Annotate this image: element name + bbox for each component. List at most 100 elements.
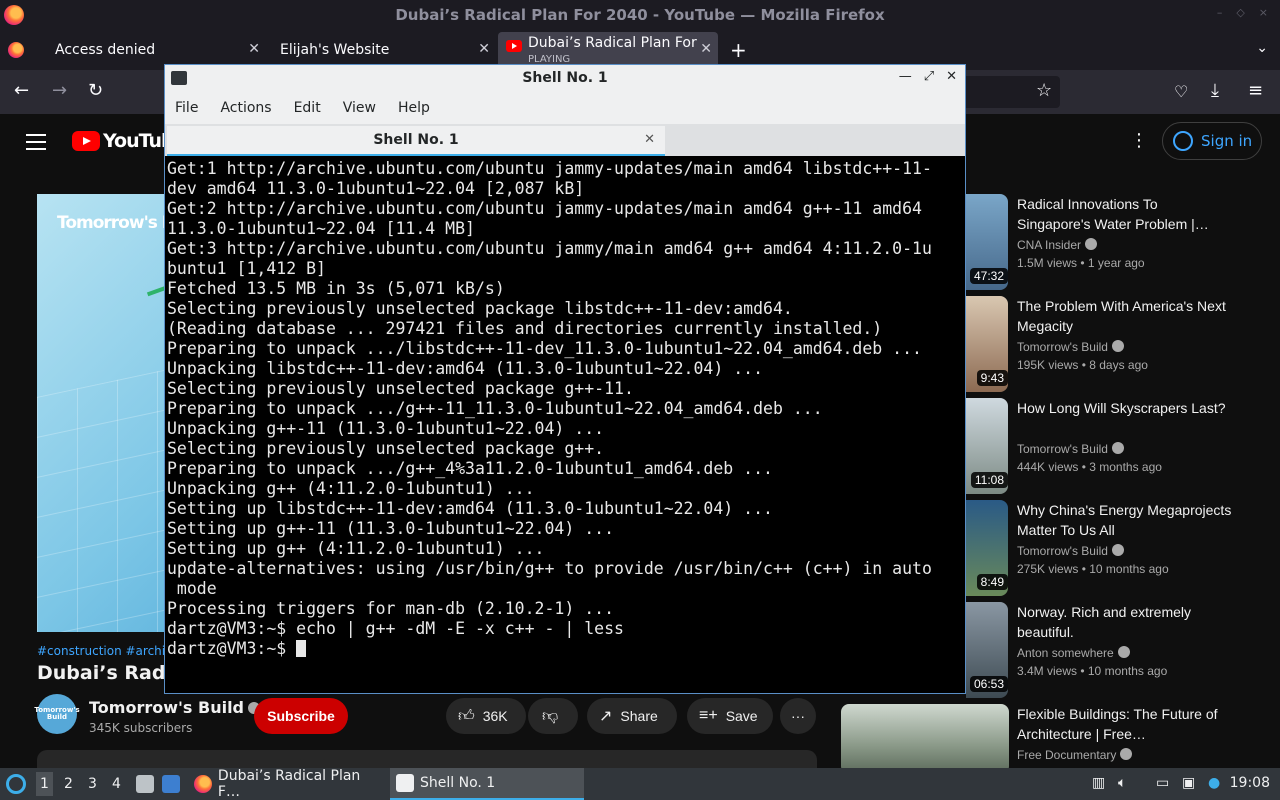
rec-channel-name: Tomorrow's Build	[1017, 340, 1108, 354]
menu-file[interactable]: File	[175, 100, 198, 116]
terminal-tab[interactable]: Shell No. 1 ✕	[167, 126, 665, 156]
terminal-line: dartz@VM3:~$ echo | g++ -dM -E -x c++ - …	[167, 619, 624, 638]
firefox-view-icon[interactable]	[8, 30, 34, 70]
tab-close-icon[interactable]: ✕	[248, 41, 260, 57]
terminal-line: mode	[167, 579, 217, 598]
subscribe-button[interactable]: Subscribe	[254, 698, 348, 734]
subscriber-count: 345K subscribers	[89, 721, 193, 735]
minimize-icon[interactable]: –	[1217, 6, 1223, 19]
rec-title: Why China's Energy Megaprojects Matter T…	[1017, 502, 1232, 538]
terminal-line: Selecting previously unselected package …	[167, 379, 634, 398]
terminal-prompt-line[interactable]: dartz@VM3:~$	[167, 639, 963, 659]
task-label: Shell No. 1	[420, 775, 496, 791]
recommendation-item[interactable]: Flexible Buildings: The Future of Archit…	[840, 704, 1260, 768]
menu-help[interactable]: Help	[398, 100, 430, 116]
list-all-tabs-icon[interactable]: ⌄	[1256, 40, 1268, 56]
task-terminal[interactable]: Shell No. 1	[390, 768, 584, 800]
network-icon[interactable]: ▣	[1182, 775, 1195, 791]
desktop-4-button[interactable]: 4	[112, 776, 121, 792]
tab-label: Elijah's Website	[280, 42, 390, 58]
volume-icon[interactable]: 🔈︎	[1118, 775, 1126, 791]
back-button[interactable]: ←	[14, 80, 29, 101]
save-button[interactable]: ≡+ Save	[687, 698, 773, 734]
duration-badge: 9:43	[976, 370, 1008, 386]
video-hashtags[interactable]: #construction #architec	[37, 644, 184, 658]
verified-icon	[1111, 340, 1124, 352]
terminal-line: Selecting previously unselected package …	[167, 439, 605, 458]
minimize-icon[interactable]: —	[899, 69, 912, 84]
trash-icon[interactable]: ▥	[1092, 775, 1105, 791]
rec-channel: CNA Insider	[1017, 238, 1098, 252]
tab-close-icon[interactable]: ✕	[478, 41, 490, 57]
share-icon: ↗	[599, 708, 613, 725]
tab-youtube[interactable]: Dubai’s Radical Plan For PLAYING ✕	[498, 32, 718, 68]
rec-channel: Anton somewhere	[1017, 646, 1130, 660]
downloads-icon[interactable]: ⤓	[1211, 80, 1219, 101]
task-label: Dubai’s Radical Plan F…	[217, 768, 361, 800]
terminal-prompt: dartz@VM3:~$	[167, 639, 297, 658]
menu-edit[interactable]: Edit	[294, 100, 321, 116]
share-label: Share	[620, 708, 658, 724]
tab-close-icon[interactable]: ✕	[700, 41, 712, 57]
application-launcher-icon[interactable]	[6, 774, 26, 794]
show-desktop-icon[interactable]	[162, 775, 180, 793]
terminal-line: Unpacking libstdc++-11-dev:amd64 (11.3.0…	[167, 359, 764, 378]
close-icon[interactable]: ×	[1259, 6, 1268, 19]
terminal-line: update-alternatives: using /usr/bin/g++ …	[167, 559, 932, 578]
terminal-line: Preparing to unpack .../libstdc++-11-dev…	[167, 339, 922, 358]
desktop-1-button[interactable]: 1	[36, 772, 53, 796]
menu-actions[interactable]: Actions	[220, 100, 271, 116]
terminal-line: Preparing to unpack .../g++-11_11.3.0-1u…	[167, 399, 823, 418]
like-button[interactable]: 👍︎ 36K	[446, 698, 526, 734]
menu-view[interactable]: View	[343, 100, 376, 116]
settings-kebab-icon[interactable]: ⋮	[1130, 130, 1148, 151]
maximize-icon[interactable]: ◇	[1236, 6, 1244, 19]
reload-button[interactable]: ↻	[88, 80, 103, 101]
clipboard-icon[interactable]: ▭	[1156, 775, 1169, 791]
rec-meta: 275K views • 10 months ago	[1017, 562, 1169, 576]
description-box[interactable]	[37, 750, 817, 768]
close-icon[interactable]: ✕	[946, 69, 957, 84]
desktop-3-button[interactable]: 3	[88, 776, 97, 792]
app-menu-icon[interactable]: ≡	[1248, 80, 1263, 101]
forward-button[interactable]: →	[52, 80, 67, 101]
maximize-icon[interactable]: ⤢	[924, 69, 934, 84]
verified-icon	[1117, 646, 1130, 658]
terminal-titlebar[interactable]: Shell No. 1 — ⤢ ✕	[165, 65, 965, 92]
terminal-line: buntu1 [1,412 B]	[167, 259, 326, 278]
rec-title: The Problem With America's Next Megacity	[1017, 298, 1226, 334]
new-tab-button[interactable]: +	[730, 38, 747, 62]
more-actions-button[interactable]: ···	[780, 698, 816, 734]
sign-in-button[interactable]: Sign in	[1162, 122, 1262, 160]
file-manager-icon[interactable]	[136, 775, 154, 793]
rec-channel-name: CNA Insider	[1017, 238, 1082, 252]
dislike-button[interactable]: 👎︎	[528, 698, 578, 734]
channel-avatar[interactable]: Tomorrow's Build	[34, 694, 80, 734]
share-button[interactable]: ↗ Share	[587, 698, 677, 734]
pocket-icon[interactable]: ♡	[1174, 82, 1188, 101]
channel-name[interactable]: Tomorrow's Build	[89, 698, 260, 717]
terminal-line: Setting up libstdc++-11-dev:amd64 (11.3.…	[167, 499, 773, 518]
thumbs-down-icon: 👎︎	[542, 707, 559, 725]
rec-channel-name: Tomorrow's Build	[1017, 544, 1108, 558]
bookmark-star-icon[interactable]: ☆	[1036, 80, 1052, 101]
terminal-line: Unpacking g++-11 (11.3.0-1ubuntu1~22.04)…	[167, 419, 605, 438]
terminal-tab-bar: Shell No. 1 ✕	[165, 124, 965, 156]
clock[interactable]: 19:08	[1230, 775, 1270, 791]
task-firefox[interactable]: Dubai’s Radical Plan F…	[190, 768, 386, 800]
desktop-2-button[interactable]: 2	[64, 776, 73, 792]
rec-title: Flexible Buildings: The Future of Archit…	[1017, 706, 1218, 742]
rec-meta: 444K views • 3 months ago	[1017, 460, 1162, 474]
rec-channel-name: Tomorrow's Build	[1017, 442, 1108, 456]
notifications-icon[interactable]: ●	[1208, 775, 1220, 791]
firefox-icon	[194, 775, 212, 793]
rec-title: How Long Will Skyscrapers Last?	[1017, 400, 1226, 416]
terminal-output[interactable]: Get:1 http://archive.ubuntu.com/ubuntu j…	[167, 157, 963, 691]
hamburger-menu-icon[interactable]	[26, 134, 46, 155]
rec-meta: 195K views • 8 days ago	[1017, 358, 1148, 372]
terminal-line: Get:1 http://archive.ubuntu.com/ubuntu j…	[167, 159, 932, 178]
tab-close-icon[interactable]: ✕	[644, 132, 655, 147]
rec-channel: Tomorrow's Build	[1017, 442, 1124, 456]
verified-icon	[1111, 544, 1124, 556]
save-label: Save	[725, 708, 758, 724]
